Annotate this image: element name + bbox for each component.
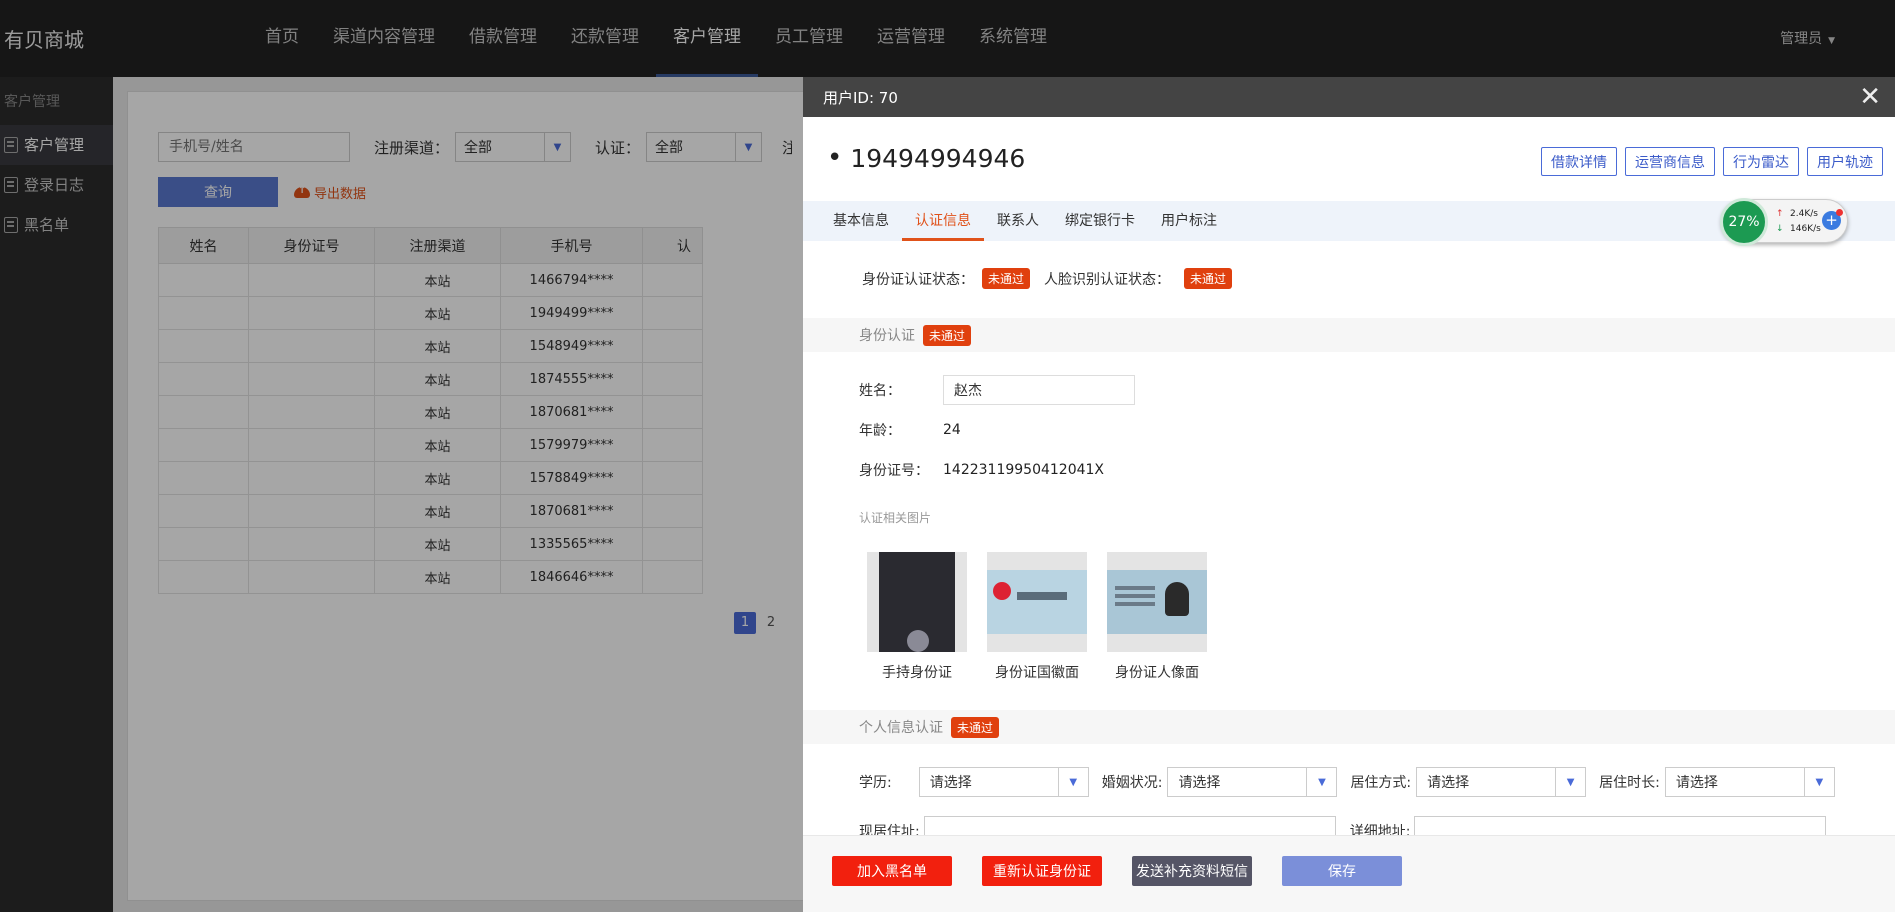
residence-type-select[interactable]: 请选择 ▼ [1416,767,1587,797]
photo-id-portrait-side[interactable]: 身份证人像面 [1107,552,1207,682]
residence-duration-select[interactable]: 请选择 ▼ [1664,767,1835,797]
id-auth-section-header: 身份认证 未通过 [803,318,1895,352]
upload-speed-value: 2.4K/s [1790,209,1818,219]
photo-id-emblem-side[interactable]: 身份证国徽面 [987,552,1087,682]
residence-type-value: 请选择 [1427,775,1470,791]
handheld-id-image [879,552,955,652]
id-status-badge: 未通过 [982,268,1031,289]
upload-speed: ↑ 2.4K/s [1776,209,1818,219]
marital-select[interactable]: 请选择 ▼ [1167,767,1338,797]
behavior-radar-button[interactable]: 行为雷达 [1723,147,1799,176]
name-input[interactable] [943,375,1135,405]
user-phone-heading: • 19494994946 [827,143,1025,173]
id-auth-section-badge: 未通过 [923,324,972,346]
photo-caption: 身份证国徽面 [995,665,1079,681]
bullet-icon: • [827,143,843,173]
personal-info-section-header: 个人信息认证 未通过 [803,710,1895,744]
reverify-id-button[interactable]: 重新认证身份证 [982,856,1102,886]
id-auth-section-title: 身份认证 [859,328,915,344]
modal-title: 用户ID: 70 [823,88,898,107]
marital-label: 婚姻状况: [1101,775,1163,791]
save-button[interactable]: 保存 [1282,856,1402,886]
chevron-down-icon: ▼ [1555,768,1585,796]
tab-basic-info[interactable]: 基本信息 [820,201,902,241]
residence-duration-label: 居住时长: [1599,775,1660,791]
id-status-label: 身份证认证状态： [862,271,974,288]
carrier-info-button[interactable]: 运营商信息 [1625,147,1715,176]
idno-label: 身份证号： [859,463,929,479]
education-label: 学历: [859,775,892,791]
personal-info-section-badge: 未通过 [951,716,1000,738]
loan-detail-button[interactable]: 借款详情 [1541,147,1617,176]
age-field: 年龄： 24 [859,420,961,440]
tab-user-tags[interactable]: 用户标注 [1148,201,1230,241]
name-field: 姓名： [859,375,1135,405]
education-select[interactable]: 请选择 ▼ [918,767,1089,797]
tab-bank-card[interactable]: 绑定银行卡 [1052,201,1148,241]
modal-header: 用户ID: 70 ✕ [803,77,1895,117]
chevron-down-icon: ▼ [1306,768,1336,796]
chevron-down-icon: ▼ [1803,768,1834,796]
download-speed: ↓ 146K/s [1776,224,1821,234]
residence-duration-value: 请选择 [1675,775,1718,791]
age-value: 24 [943,422,961,438]
download-speed-value: 146K/s [1790,224,1821,234]
face-status-label: 人脸识别认证状态： [1044,271,1171,288]
residence-type-label: 居住方式: [1350,775,1412,791]
arrow-up-icon: ↑ [1776,209,1784,219]
photo-thumbnail[interactable] [867,552,967,652]
plus-icon[interactable]: + [1822,209,1843,230]
user-trace-button[interactable]: 用户轨迹 [1807,147,1883,176]
modal-action-buttons: 借款详情 运营商信息 行为雷达 用户轨迹 [1533,147,1883,176]
id-portrait-side-image [1107,570,1207,634]
idno-value: 14223119950412041X [943,462,1105,478]
age-label: 年龄： [859,423,901,439]
personal-info-selects: 学历: 请选择 ▼ 婚姻状况: 请选择 ▼ 居住方式: 请选择 ▼ 居住时长: … [859,767,1848,797]
send-sms-button[interactable]: 发送补充资料短信 [1132,856,1252,886]
user-detail-modal: 用户ID: 70 ✕ • 19494994946 借款详情 运营商信息 行为雷达… [803,77,1895,912]
face-status-badge: 未通过 [1184,268,1233,289]
photo-caption: 手持身份证 [882,665,952,681]
close-icon[interactable]: ✕ [1859,84,1881,110]
id-emblem-side-image [987,570,1087,634]
idno-field: 身份证号： 14223119950412041X [859,460,1104,480]
marital-value: 请选择 [1178,775,1221,791]
network-speed-widget[interactable]: 27% ↑ 2.4K/s ↓ 146K/s + [1720,198,1848,246]
cpu-usage-badge: 27% [1720,198,1768,246]
photos-label: 认证相关图片 [859,511,932,525]
tab-auth-info[interactable]: 认证信息 [902,201,984,241]
chevron-down-icon: ▼ [1057,768,1088,796]
photo-thumbnail[interactable] [1107,552,1207,652]
user-phone: 19494994946 [850,143,1026,173]
education-value: 请选择 [929,775,972,791]
auth-status-row: 身份证认证状态： 未通过 人脸识别认证状态： 未通过 [862,268,1233,289]
modal-footer: 加入黑名单 重新认证身份证 发送补充资料短信 保存 [803,835,1895,912]
photo-handheld-id[interactable]: 手持身份证 [867,552,967,682]
name-label: 姓名： [859,383,901,399]
photo-thumbnail[interactable] [987,552,1087,652]
arrow-down-icon: ↓ [1776,224,1784,234]
add-blacklist-button[interactable]: 加入黑名单 [832,856,952,886]
tab-contacts[interactable]: 联系人 [984,201,1052,241]
photo-caption: 身份证人像面 [1115,665,1199,681]
personal-info-section-title: 个人信息认证 [859,720,943,736]
